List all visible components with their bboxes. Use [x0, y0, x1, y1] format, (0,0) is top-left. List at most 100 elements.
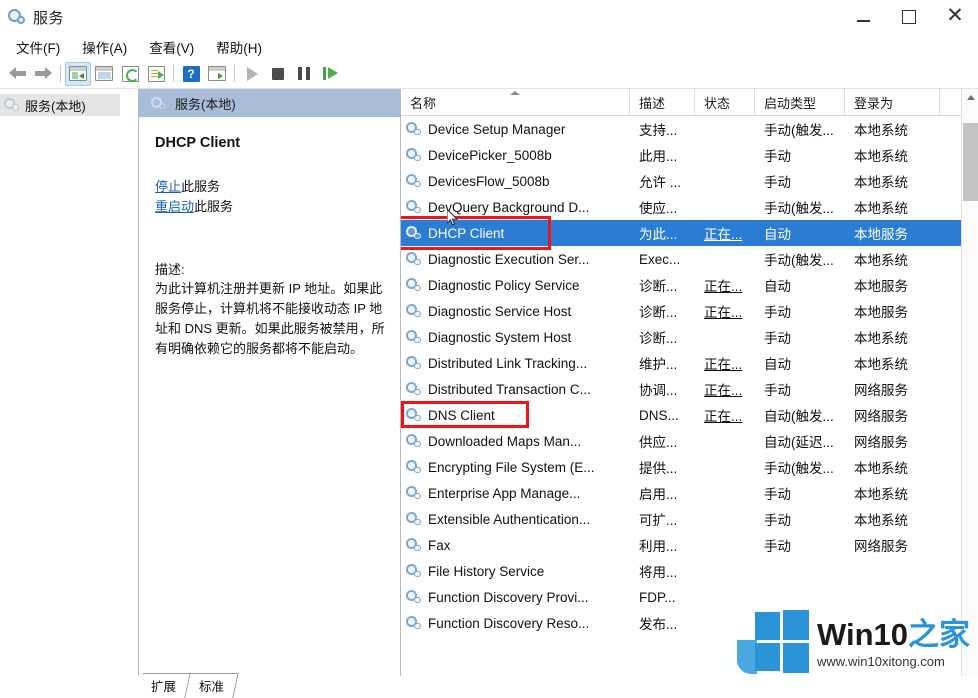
table-row[interactable]: DevicesFlow_5008b 允许 ... 手动 本地系统 [401, 168, 978, 194]
menu-help[interactable]: 帮助(H) [205, 35, 273, 59]
pause-service-icon[interactable] [291, 62, 317, 86]
service-name-cell: DHCP Client [401, 226, 630, 241]
menu-action[interactable]: 操作(A) [71, 35, 138, 59]
services-gear-icon [8, 8, 26, 26]
view-tab-2[interactable]: 标准 [185, 673, 239, 698]
show-action-pane-icon[interactable] [204, 62, 230, 86]
table-row[interactable]: Enterprise App Manage... 启用... 手动 本地系统 [401, 480, 978, 506]
forward-arrow-icon[interactable] [30, 62, 56, 86]
table-row[interactable]: Fax 利用... 手动 网络服务 [401, 532, 978, 558]
properties-icon[interactable] [91, 62, 117, 86]
column-header-label: 登录为 [854, 95, 894, 111]
help-icon[interactable]: ? [178, 62, 204, 86]
close-button[interactable]: ✕ [932, 0, 978, 34]
service-status-label: 正在... [704, 383, 743, 398]
service-name-cell: Encrypting File System (E... [401, 460, 630, 475]
table-row[interactable]: Diagnostic Policy Service 诊断... 正在... 自动 本地服… [401, 272, 978, 298]
service-startup-type-cell: 手动 [764, 539, 791, 554]
service-name-cell: Downloaded Maps Man... [401, 434, 630, 449]
show-hide-tree-icon[interactable] [65, 61, 91, 86]
column-header-4[interactable]: 启动类型 [755, 89, 845, 115]
service-gear-icon [406, 616, 422, 631]
service-name-label: Diagnostic Service Host [428, 303, 572, 319]
table-row[interactable]: Diagnostic Execution Ser... Exec... 手动(触发.… [401, 246, 978, 272]
window-title: 服务 [33, 9, 65, 27]
column-header-5[interactable]: 登录为 [845, 89, 940, 115]
table-row[interactable]: DNS Client DNS... 正在... 自动(触发... 网络服务 [401, 402, 978, 428]
service-logon-cell: 本地系统 [854, 461, 908, 476]
service-startup-type-cell: 手动 [764, 331, 791, 346]
watermark-url: www.win10xitong.com [816, 653, 945, 669]
bottom-bar: 扩展 标准 [0, 673, 978, 698]
table-row[interactable]: Distributed Link Tracking... 维护... 正在... 自动… [401, 350, 978, 376]
stop-service-link[interactable]: 停止 [155, 179, 181, 194]
restart-service-icon[interactable] [317, 62, 343, 86]
table-row[interactable]: Downloaded Maps Man... 供应... 自动(延迟... 网络服务 [401, 428, 978, 454]
service-status-cell: 正在... [695, 223, 755, 243]
column-header-3[interactable]: 状态 [695, 89, 755, 115]
watermark-brand: Win10之家 [817, 619, 970, 650]
table-row[interactable]: DevicePicker_5008b 此用... 手动 本地系统 [401, 142, 978, 168]
back-arrow-icon[interactable] [4, 62, 30, 86]
service-gear-icon [406, 148, 422, 163]
service-description-cell: 支持... [639, 123, 678, 138]
table-row[interactable]: Diagnostic Service Host 诊断... 正在... 手动 本地服务 [401, 298, 978, 324]
service-description-cell: 启用... [639, 487, 678, 502]
view-tab-label: 扩展 [151, 680, 177, 694]
stop-service-link-row: 停止此服务 [155, 177, 386, 197]
scrollbar-thumb[interactable] [963, 123, 978, 201]
start-service-icon[interactable] [239, 62, 265, 86]
windows-logo-icon [736, 610, 809, 676]
service-logon-cell: 网络服务 [854, 409, 908, 424]
service-name-label: Downloaded Maps Man... [428, 433, 582, 449]
table-row[interactable]: Extensible Authentication... 可扩... 手动 本地系统 [401, 506, 978, 532]
service-name-cell: DevQuery Background D... [401, 200, 630, 215]
view-tabs: 扩展 标准 [137, 673, 239, 698]
table-row[interactable]: Distributed Transaction C... 协调... 正在... 手动… [401, 376, 978, 402]
maximize-button[interactable] [886, 0, 932, 34]
menu-file[interactable]: 文件(F) [5, 35, 71, 59]
refresh-icon[interactable] [117, 62, 143, 86]
view-tab-1[interactable]: 扩展 [137, 673, 191, 698]
column-header-label: 描述 [639, 95, 666, 111]
table-row[interactable]: Encrypting File System (E... 提供... 手动(触发..… [401, 454, 978, 480]
service-gear-icon [406, 226, 422, 241]
table-row[interactable]: DevQuery Background D... 使应... 手动(触发... 本地系… [401, 194, 978, 220]
table-row[interactable]: Device Setup Manager 支持... 手动(触发... 本地系统 [401, 116, 978, 142]
service-gear-icon [406, 252, 422, 267]
stop-service-icon[interactable] [265, 62, 291, 86]
main-body: 服务(本地) 服务(本地) DHCP Client 停止此服务 重启动此服务 描… [0, 89, 978, 687]
column-header-2[interactable]: 描述 [630, 89, 695, 115]
service-name-label: Diagnostic Policy Service [428, 277, 580, 293]
service-name-cell: Fax [401, 538, 630, 553]
vertical-scrollbar[interactable] [961, 89, 978, 687]
table-row[interactable]: Function Discovery Provi... FDP... [401, 584, 978, 610]
table-row[interactable]: File History Service 将用... [401, 558, 978, 584]
service-startup-type-cell: 自动 [764, 227, 791, 242]
description-label: 描述: [155, 262, 185, 278]
tree-node-services-local[interactable]: 服务(本地) [0, 94, 120, 116]
toolbar: ? [0, 59, 978, 89]
watermark-brand-latin: Win10 [816, 616, 908, 652]
table-row[interactable]: Diagnostic System Host 诊断... 手动 本地系统 [401, 324, 978, 350]
service-startup-type-cell: 自动(触发... [764, 409, 834, 424]
menu-view[interactable]: 查看(V) [138, 35, 205, 59]
minimize-button[interactable] [840, 0, 886, 34]
service-name-cell: Enterprise App Manage... [401, 486, 630, 501]
service-gear-icon [406, 356, 422, 371]
service-name-label: Diagnostic Execution Ser... [428, 251, 590, 267]
service-description-cell: 将用... [639, 565, 678, 580]
table-row[interactable]: DHCP Client 为此... 正在... 自动 本地服务 [401, 220, 978, 246]
scroll-up-button[interactable] [962, 89, 978, 106]
column-header-1[interactable]: 名称 [401, 89, 630, 115]
service-startup-type-cell: 手动 [764, 175, 791, 190]
service-description-cell: 发布... [639, 617, 678, 632]
service-name-cell: Function Discovery Provi... [401, 590, 630, 605]
service-logon-cell: 本地系统 [854, 253, 908, 268]
service-name-label: DevQuery Background D... [428, 199, 590, 215]
service-gear-icon [406, 460, 422, 475]
service-gear-icon [406, 590, 422, 605]
service-name-cell: Diagnostic System Host [401, 330, 630, 345]
restart-service-link[interactable]: 重启动 [155, 199, 194, 214]
export-list-icon[interactable] [143, 62, 169, 86]
